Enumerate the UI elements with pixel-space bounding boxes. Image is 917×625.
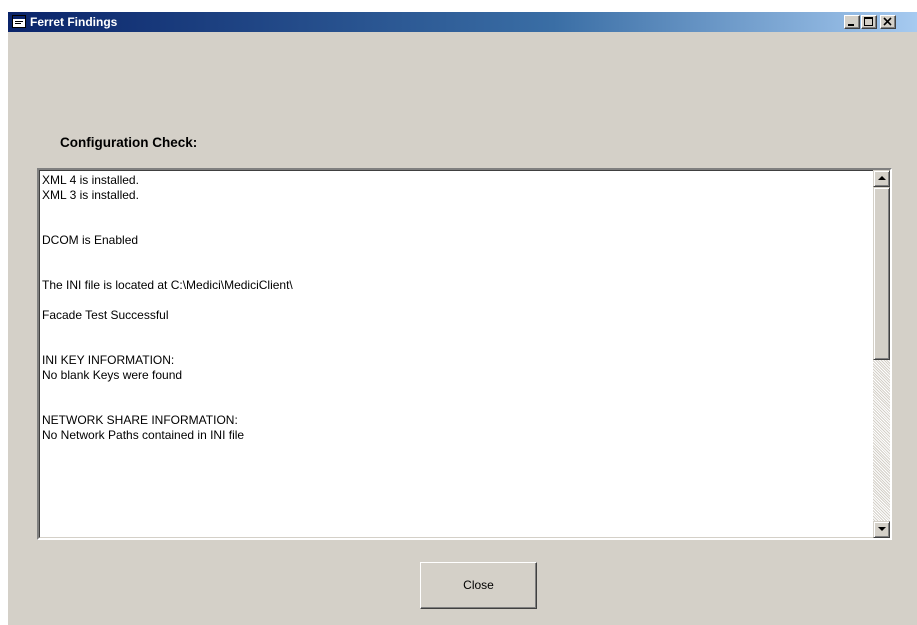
result-blank-line bbox=[42, 203, 862, 218]
result-blank-line bbox=[42, 218, 862, 233]
ferret-findings-window: Ferret Findings Configuration Check: XML… bbox=[8, 12, 917, 625]
vertical-scrollbar[interactable] bbox=[873, 170, 890, 538]
close-window-button[interactable] bbox=[880, 15, 896, 29]
arrow-down-icon bbox=[878, 527, 886, 531]
result-line: Facade Test Successful bbox=[42, 308, 169, 322]
result-line: No blank Keys were found bbox=[42, 368, 183, 382]
result-blank-line bbox=[42, 398, 862, 413]
result-line: The INI file is located at C:\Medici\Med… bbox=[42, 278, 293, 292]
result-blank-line bbox=[42, 323, 862, 338]
scroll-thumb[interactable] bbox=[873, 187, 890, 360]
result-line: DCOM is Enabled bbox=[42, 233, 139, 247]
result-line: NETWORK SHARE INFORMATION: bbox=[42, 413, 238, 427]
result-line: XML 4 is installed. bbox=[42, 173, 139, 187]
window-title: Ferret Findings bbox=[30, 15, 118, 29]
result-blank-line bbox=[42, 248, 862, 263]
minimize-icon bbox=[848, 24, 854, 26]
scroll-down-button[interactable] bbox=[873, 521, 890, 538]
title-bar[interactable]: Ferret Findings bbox=[8, 12, 917, 32]
arrow-up-icon bbox=[878, 176, 886, 180]
results-text: XML 4 is installed. XML 3 is installed. DC… bbox=[42, 173, 862, 443]
result-blank-line bbox=[42, 338, 862, 353]
result-blank-line bbox=[42, 263, 862, 278]
results-textbox[interactable]: XML 4 is installed. XML 3 is installed. DC… bbox=[37, 168, 892, 540]
result-blank-line bbox=[42, 293, 862, 308]
app-window-icon bbox=[12, 15, 26, 28]
configuration-check-label: Configuration Check: bbox=[60, 135, 198, 150]
close-icon bbox=[883, 17, 892, 26]
result-line: INI KEY INFORMATION: bbox=[42, 353, 175, 367]
result-line: No Network Paths contained in INI file bbox=[42, 428, 245, 442]
minimize-button[interactable] bbox=[844, 15, 860, 29]
result-line: XML 3 is installed. bbox=[42, 188, 139, 202]
scroll-up-button[interactable] bbox=[873, 170, 890, 187]
maximize-icon bbox=[864, 17, 873, 26]
result-blank-line bbox=[42, 383, 862, 398]
maximize-button[interactable] bbox=[861, 15, 877, 29]
close-button[interactable]: Close bbox=[420, 562, 537, 609]
